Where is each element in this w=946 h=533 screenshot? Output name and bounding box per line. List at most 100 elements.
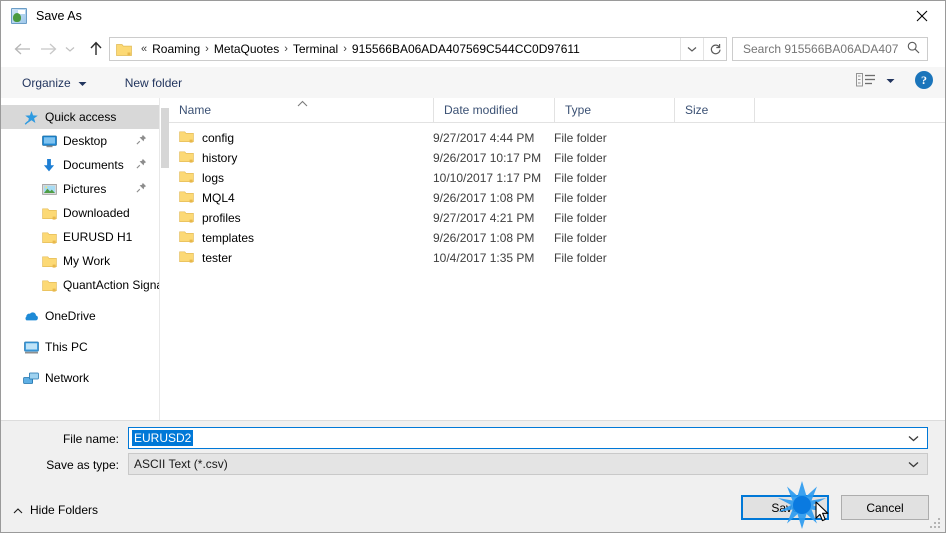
folder-icon bbox=[179, 190, 194, 206]
desktop-icon bbox=[41, 133, 57, 149]
file-date-cell: 9/26/2017 10:17 PM bbox=[433, 151, 542, 165]
sidebar-item-eurusd-h1[interactable]: EURUSD H1 bbox=[1, 225, 159, 249]
table-row[interactable]: history 9/26/2017 10:17 PM File folder bbox=[169, 148, 945, 168]
save-label: Save bbox=[771, 500, 799, 515]
sidebar-item-pictures[interactable]: Pictures bbox=[1, 177, 159, 201]
sidebar-item-network[interactable]: Network bbox=[1, 366, 159, 390]
chevron-down-icon[interactable] bbox=[908, 461, 919, 468]
file-type-cell: File folder bbox=[554, 191, 607, 205]
column-header-size[interactable]: Size bbox=[674, 98, 754, 122]
breadcrumb-item-terminal[interactable]: Terminal bbox=[293, 42, 338, 56]
pin-icon bbox=[136, 182, 147, 196]
command-bar: Organize New folder ? bbox=[1, 67, 945, 99]
close-icon[interactable] bbox=[899, 1, 945, 31]
help-label: ? bbox=[921, 72, 927, 87]
table-row[interactable]: MQL4 9/26/2017 1:08 PM File folder bbox=[169, 188, 945, 208]
sidebar-item-this-pc[interactable]: This PC bbox=[1, 335, 159, 359]
sort-ascending-icon bbox=[297, 96, 308, 110]
save-button[interactable]: Save bbox=[741, 495, 829, 520]
file-name-label: profiles bbox=[202, 211, 241, 225]
sidebar-label: Quick access bbox=[45, 110, 117, 124]
file-type-cell: File folder bbox=[554, 231, 607, 245]
new-folder-label: New folder bbox=[124, 75, 183, 90]
breadcrumb-item-guid[interactable]: 915566BA06ADA407569C544CC0D97611 bbox=[352, 42, 580, 56]
sidebar-item-documents[interactable]: Documents bbox=[1, 153, 159, 177]
file-name-label: logs bbox=[202, 171, 225, 185]
star-pin-icon bbox=[23, 109, 39, 125]
file-name-cell: MQL4 bbox=[169, 190, 433, 206]
table-row[interactable]: tester 10/4/2017 1:35 PM File folder bbox=[169, 248, 945, 268]
arrow-left-icon[interactable] bbox=[9, 36, 35, 62]
view-layout-icon[interactable] bbox=[856, 72, 876, 88]
save-as-app-icon bbox=[11, 8, 27, 24]
file-date-cell: 9/26/2017 1:08 PM bbox=[433, 231, 535, 245]
file-type-cell: File folder bbox=[554, 151, 607, 165]
sidebar-item-quick-access[interactable]: Quick access bbox=[1, 105, 159, 129]
hide-folders-toggle[interactable]: Hide Folders bbox=[13, 503, 98, 517]
table-row[interactable]: profiles 9/27/2017 4:21 PM File folder bbox=[169, 208, 945, 228]
chevron-down-icon[interactable] bbox=[908, 435, 919, 442]
sidebar-item-downloaded[interactable]: Downloaded bbox=[1, 201, 159, 225]
organize-label: Organize bbox=[22, 75, 71, 90]
chevron-down-icon[interactable] bbox=[61, 36, 79, 62]
sidebar-label: This PC bbox=[45, 340, 88, 354]
onedrive-cloud-icon bbox=[23, 308, 39, 324]
column-label: Name bbox=[179, 103, 212, 117]
resize-grip[interactable] bbox=[928, 516, 942, 530]
breadcrumb-sep[interactable]: › bbox=[343, 43, 347, 55]
help-button[interactable]: ? bbox=[915, 71, 933, 89]
search-icon[interactable] bbox=[907, 41, 920, 57]
table-row[interactable]: config 9/27/2017 4:44 PM File folder bbox=[169, 128, 945, 148]
breadcrumb-leading-sep: « bbox=[141, 43, 148, 55]
this-pc-icon bbox=[23, 339, 39, 355]
pin-icon bbox=[136, 134, 147, 148]
column-header-date-modified[interactable]: Date modified bbox=[433, 98, 554, 122]
address-bar[interactable]: « Roaming › MetaQuotes › Terminal › 9155… bbox=[109, 37, 727, 61]
table-row[interactable]: logs 10/10/2017 1:17 PM File folder bbox=[169, 168, 945, 188]
sidebar-label: OneDrive bbox=[45, 309, 96, 323]
sidebar-label: Documents bbox=[63, 158, 124, 172]
address-dropdown-icon[interactable] bbox=[680, 38, 703, 60]
file-name-cell: config bbox=[169, 130, 433, 146]
folder-icon bbox=[179, 170, 194, 186]
save-as-type-value: ASCII Text (*.csv) bbox=[134, 457, 228, 471]
search-input[interactable] bbox=[741, 41, 901, 57]
breadcrumb-sep[interactable]: › bbox=[205, 43, 209, 55]
sidebar-label: EURUSD H1 bbox=[63, 230, 133, 244]
file-name-label: File name: bbox=[62, 432, 119, 446]
file-name-input[interactable]: EURUSD2 bbox=[128, 427, 928, 449]
pictures-icon bbox=[41, 181, 57, 197]
save-as-dialog: Save As « Roaming › MetaQuotes › Termina… bbox=[0, 0, 946, 533]
column-label: Date modified bbox=[444, 103, 519, 117]
file-name-cell: logs bbox=[169, 170, 433, 186]
arrow-up-icon[interactable] bbox=[83, 36, 109, 62]
file-type-cell: File folder bbox=[554, 211, 607, 225]
arrow-right-icon[interactable] bbox=[35, 36, 61, 62]
file-name-value[interactable]: EURUSD2 bbox=[132, 430, 194, 446]
sidebar-item-desktop[interactable]: Desktop bbox=[1, 129, 159, 153]
table-row[interactable]: templates 9/26/2017 1:08 PM File folder bbox=[169, 228, 945, 248]
sidebar-label: My Work bbox=[63, 254, 111, 268]
file-date-cell: 10/4/2017 1:35 PM bbox=[433, 251, 535, 265]
breadcrumb-sep[interactable]: › bbox=[284, 43, 288, 55]
new-folder-button[interactable]: New folder bbox=[117, 71, 190, 95]
column-header-type[interactable]: Type bbox=[554, 98, 674, 122]
view-dropdown-icon[interactable] bbox=[886, 73, 895, 87]
file-type-cell: File folder bbox=[554, 131, 607, 145]
refresh-icon[interactable] bbox=[703, 38, 726, 60]
pin-icon bbox=[136, 158, 147, 172]
splitter-grip[interactable] bbox=[161, 108, 169, 168]
sidebar-item-my-work[interactable]: My Work bbox=[1, 249, 159, 273]
file-date-cell: 9/27/2017 4:44 PM bbox=[433, 131, 535, 145]
organize-button[interactable]: Organize bbox=[14, 71, 95, 95]
search-box[interactable] bbox=[732, 37, 928, 61]
column-header-name[interactable]: Name bbox=[169, 98, 433, 122]
cancel-button[interactable]: Cancel bbox=[841, 495, 929, 520]
breadcrumb-item-roaming[interactable]: Roaming bbox=[152, 42, 200, 56]
sidebar-item-onedrive[interactable]: OneDrive bbox=[1, 304, 159, 328]
breadcrumb-item-metaquotes[interactable]: MetaQuotes bbox=[214, 42, 279, 56]
folder-icon bbox=[41, 253, 57, 269]
save-as-type-select[interactable]: ASCII Text (*.csv) bbox=[128, 453, 928, 475]
sidebar-item-quantaction-signal[interactable]: QuantAction Signal bbox=[1, 273, 159, 297]
file-name-label: history bbox=[202, 151, 238, 165]
